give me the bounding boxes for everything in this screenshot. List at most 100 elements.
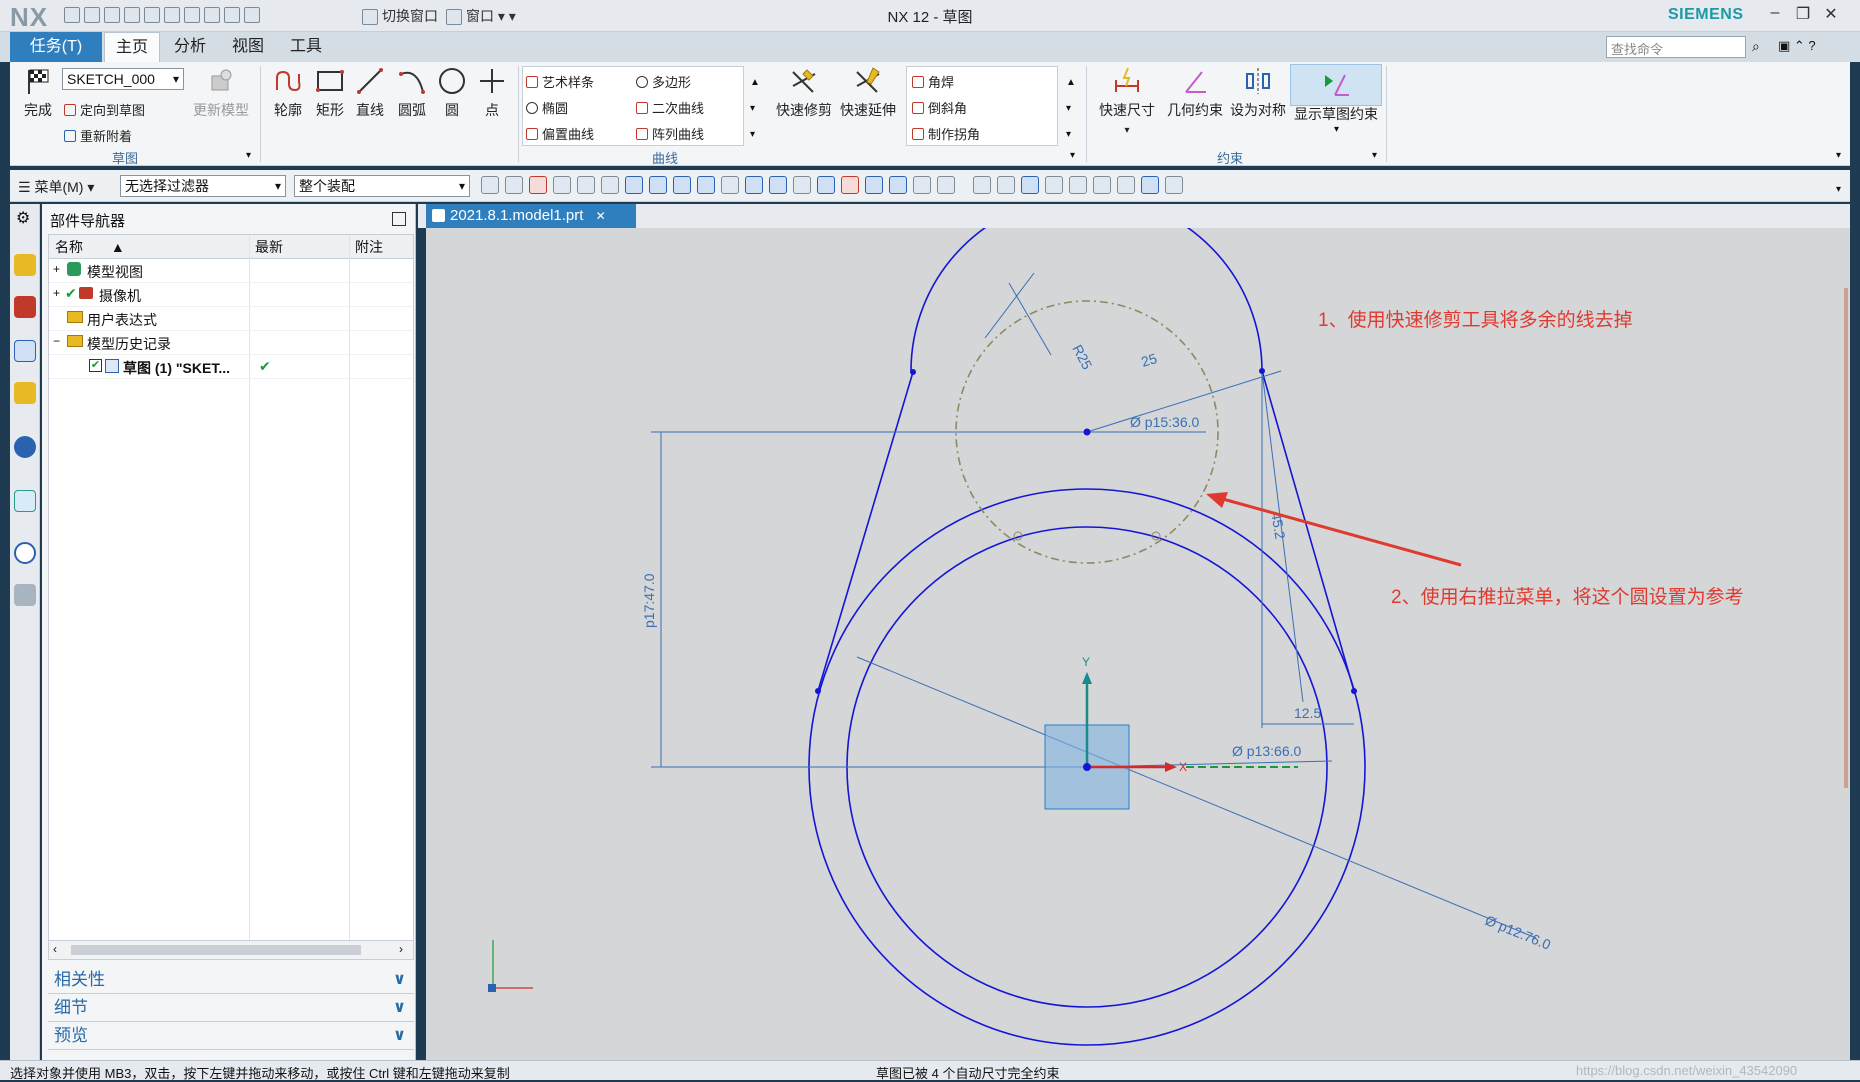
line-button[interactable]: 直线 (350, 66, 390, 120)
filter-icon[interactable] (481, 176, 499, 195)
hd3d-tools-icon[interactable] (14, 436, 36, 458)
orient-to-sketch-button[interactable]: 定向到草图 (64, 100, 145, 119)
scroll-thumb[interactable] (71, 945, 361, 955)
command-search-input[interactable]: 查找命令 (1606, 36, 1746, 58)
dim-p17[interactable]: p17:47.0 (641, 573, 657, 628)
details-panel[interactable]: 细节 ∨ (48, 994, 414, 1022)
history-icon[interactable] (14, 542, 36, 564)
quick-extend-button[interactable]: 快速延伸 (838, 66, 898, 120)
dim-r25[interactable]: R25 (1069, 342, 1095, 372)
reuse-library-icon[interactable] (14, 382, 36, 404)
ellipse-button[interactable]: 椭圆 (526, 98, 568, 117)
component-icon[interactable] (601, 176, 619, 195)
restore-button[interactable]: ❐ (1790, 4, 1816, 24)
point-on-curve-icon[interactable] (889, 176, 907, 195)
tab-view[interactable]: 视图 (222, 32, 274, 62)
tree-row-cameras[interactable]: + ✔ 摄像机 (49, 283, 413, 307)
existing-point-icon[interactable] (865, 176, 883, 195)
column-name[interactable]: 名称 ▲ (49, 235, 249, 259)
midpoint-icon[interactable] (697, 176, 715, 195)
conic-button[interactable]: 二次曲线 (636, 98, 704, 117)
fillet-button[interactable]: 角焊 (912, 72, 954, 91)
sketch-name-combo[interactable]: SKETCH_000 (62, 68, 184, 90)
rectangle-button[interactable]: 矩形 (310, 66, 350, 120)
studio-spline-button[interactable]: 艺术样条 (526, 72, 594, 91)
select-type-icon[interactable] (529, 176, 547, 195)
zoom-icon[interactable] (996, 176, 1015, 195)
maximize-navigator-icon[interactable] (392, 212, 406, 226)
edge-display-icon[interactable] (1116, 176, 1135, 195)
column-latest[interactable]: 最新 (249, 235, 349, 259)
tangent-point[interactable] (910, 369, 916, 375)
close-button[interactable]: ✕ (1818, 4, 1844, 24)
geometric-constraints-button[interactable]: 几何约束 (1162, 66, 1228, 120)
selection-filter-combo[interactable]: 无选择过滤器 (120, 175, 286, 197)
arc-button[interactable]: 圆弧 (392, 66, 432, 120)
filter-reset-icon[interactable] (505, 176, 523, 195)
group-sketch-expand-icon[interactable]: ▾ (246, 150, 251, 161)
expand-icon[interactable]: + (53, 262, 60, 276)
origin-point[interactable] (1083, 763, 1091, 771)
tree-row-model-history[interactable]: − 模型历史记录 (49, 331, 413, 355)
finish-sketch-button[interactable]: 完成 (18, 66, 58, 120)
rapid-dimension-button[interactable]: 快速尺寸 ▾ (1094, 66, 1160, 136)
preview-panel[interactable]: 预览 ∨ (48, 1022, 414, 1050)
assembly-navigator-icon[interactable] (14, 254, 36, 276)
checkbox[interactable]: ✔ (89, 359, 102, 372)
left-tangent-line[interactable] (817, 371, 914, 692)
intersection-icon[interactable] (745, 176, 763, 195)
group-curve-expand-icon[interactable]: ▾ (1070, 150, 1075, 161)
scroll-left-icon[interactable]: ‹ (53, 942, 57, 956)
minimize-button[interactable]: – (1762, 4, 1788, 22)
pan-icon[interactable] (1044, 176, 1063, 195)
point-on-surface-icon[interactable] (913, 176, 931, 195)
tab-task[interactable]: 任务(T) (10, 32, 102, 62)
offset-curve-button[interactable]: 偏置曲线 (526, 124, 594, 143)
dim-p12[interactable]: Ø p12:76.0 (1483, 912, 1553, 953)
arc-center-icon[interactable] (817, 176, 835, 195)
control-point-icon[interactable] (721, 176, 739, 195)
ribbon-collapse-icon[interactable]: ▾ (1836, 150, 1841, 161)
dim-p15[interactable]: Ø p15:36.0 (1130, 414, 1199, 430)
tree-row-model-views[interactable]: + 模型视图 (49, 259, 413, 283)
select-icon[interactable] (553, 176, 571, 195)
column-notes[interactable]: 附注 (349, 235, 413, 259)
layer-icon[interactable] (1140, 176, 1159, 195)
settings-icon[interactable]: ⚙ (16, 208, 30, 228)
endpoint-icon[interactable] (673, 176, 691, 195)
document-tab[interactable]: 2021.8.1.model1.prt ✕ (426, 204, 636, 228)
dependencies-panel[interactable]: 相关性 ∨ (48, 966, 414, 994)
curve-gallery-scroll-icon[interactable]: ▲ ▾ ▾ (750, 70, 760, 148)
render-style-icon[interactable] (1092, 176, 1111, 195)
rotate-icon[interactable] (1020, 176, 1039, 195)
reattach-button[interactable]: 重新附着 (64, 126, 132, 145)
quadrant-icon[interactable] (841, 176, 859, 195)
selection-scope-combo[interactable]: 整个装配 (294, 175, 470, 197)
close-tab-icon[interactable]: ✕ (596, 209, 606, 223)
dim-12-5[interactable]: 12.5 (1294, 705, 1321, 721)
show-constraints-dropdown-icon[interactable]: ▾ (1334, 124, 1339, 135)
tab-analysis[interactable]: 分析 (164, 32, 216, 62)
quick-trim-button[interactable]: 快速修剪 (774, 66, 834, 120)
chamfer-button[interactable]: 倒斜角 (912, 98, 967, 117)
tree-row-user-expressions[interactable]: 用户表达式 (49, 307, 413, 331)
tangent-point[interactable] (815, 688, 821, 694)
make-corner-button[interactable]: 制作拐角 (912, 124, 980, 143)
profile-button[interactable]: 轮廓 (268, 66, 308, 120)
expand-icon[interactable]: + (53, 286, 60, 300)
center-point[interactable] (1083, 428, 1091, 436)
show-sketch-constraints-button[interactable] (1290, 64, 1382, 106)
horizontal-scrollbar[interactable]: ‹ › (48, 940, 414, 960)
point-button[interactable]: 点 (472, 66, 512, 120)
dim-p13[interactable]: Ø p13:66.0 (1232, 743, 1301, 759)
part-navigator-icon[interactable] (14, 340, 36, 362)
box-select-icon[interactable] (577, 176, 595, 195)
make-symmetric-button[interactable]: 设为对称 (1228, 66, 1288, 120)
dim-25[interactable]: 25 (1139, 350, 1159, 370)
group-constraint-expand-icon[interactable]: ▾ (1372, 150, 1377, 161)
orient-view-icon[interactable] (1068, 176, 1087, 195)
polygon-button[interactable]: 多边形 (636, 72, 691, 91)
toolbar-overflow-icon[interactable]: ▾ (1836, 184, 1841, 195)
menu-button[interactable]: ☰ 菜单(M) ▾ (18, 177, 94, 197)
pattern-curve-button[interactable]: 阵列曲线 (636, 124, 704, 143)
